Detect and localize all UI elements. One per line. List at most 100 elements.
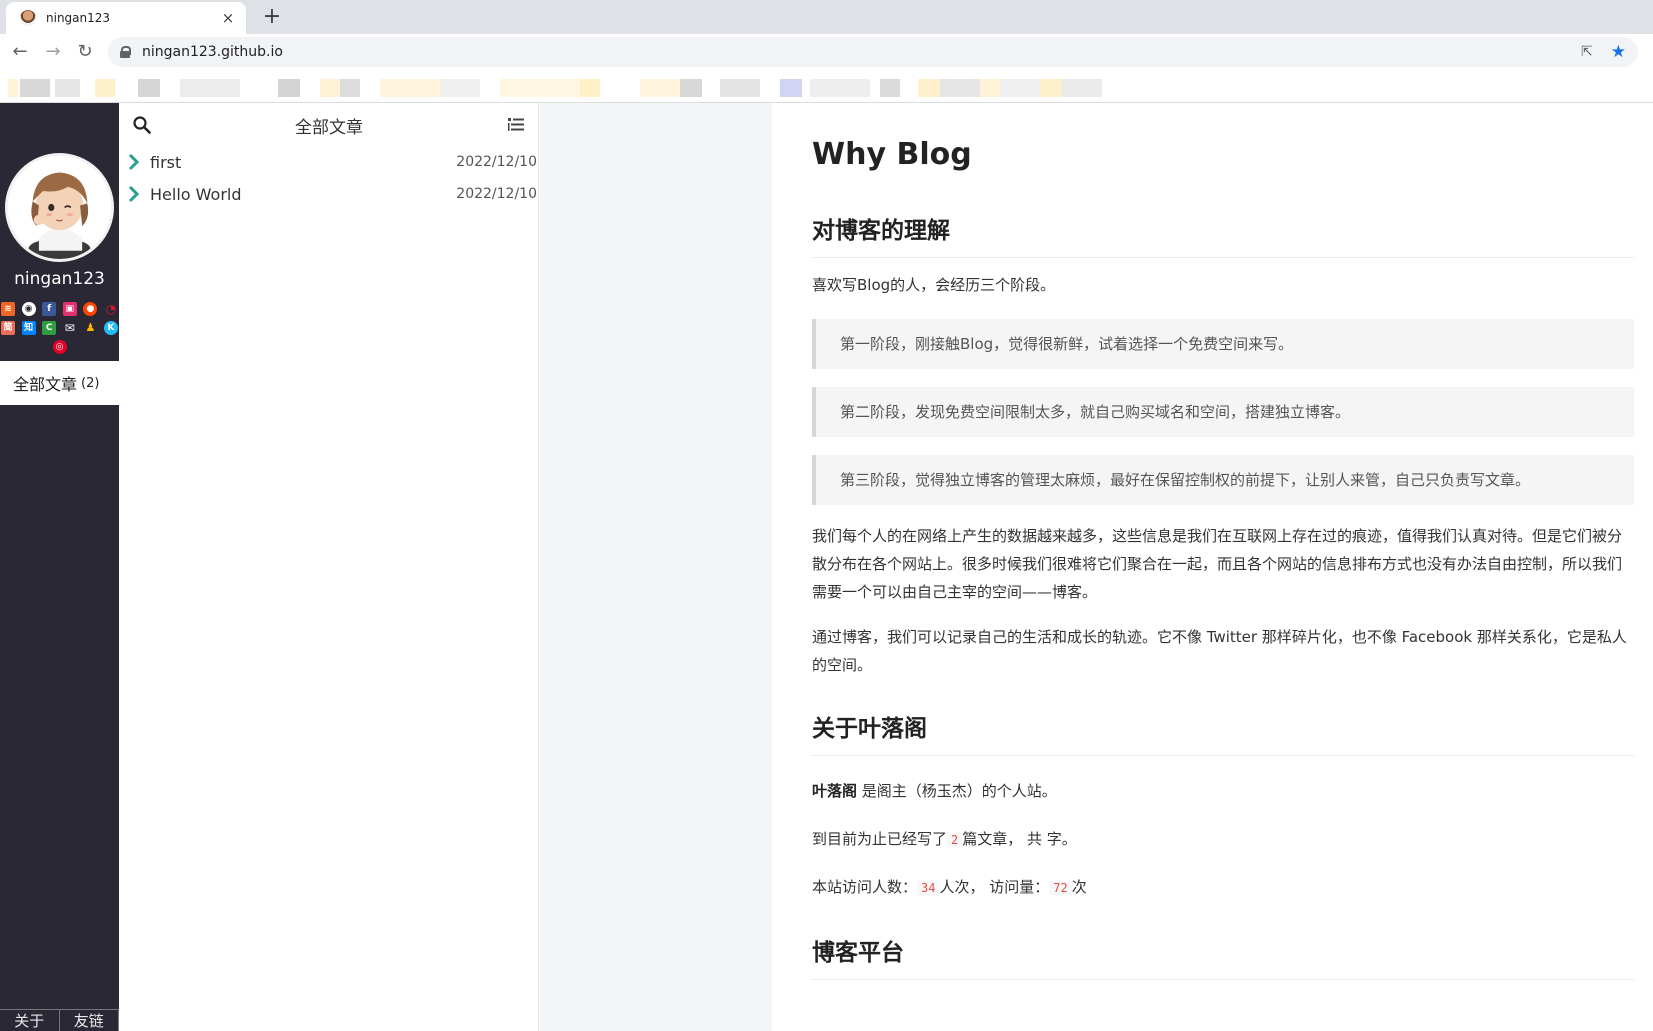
search-icon[interactable] bbox=[132, 115, 152, 135]
share-icon[interactable]: ⇱ bbox=[1581, 44, 1593, 60]
sidebar-footer: 关于 友链 bbox=[0, 1009, 119, 1031]
browser-toolbar: ← → ↻ ningan123.github.io ⇱ ★ bbox=[0, 34, 1653, 70]
bookmarks-bar-blurred bbox=[0, 70, 1653, 103]
instagram-icon[interactable]: ▣ bbox=[62, 302, 77, 316]
avatar-illustration-icon bbox=[8, 156, 111, 259]
blockquote-stage-1: 第一阶段，刚接触Blog，觉得很新鲜，试着选择一个免费空间来写。 bbox=[812, 319, 1634, 369]
lock-icon[interactable] bbox=[120, 46, 131, 58]
blockquote-stage-2: 第二阶段，发现免费空间限制太多，就自己购买域名和空间，搭建独立博客。 bbox=[812, 387, 1634, 437]
mail-icon[interactable]: ✉ bbox=[62, 321, 77, 335]
weibo-icon[interactable]: ◔ bbox=[103, 302, 118, 316]
github-icon[interactable]: ◉ bbox=[21, 302, 36, 316]
visitor-count-value: 34 bbox=[917, 881, 940, 895]
new-tab-button[interactable]: + bbox=[258, 4, 286, 32]
content-gutter bbox=[540, 103, 772, 1031]
view-count-value: 72 bbox=[1049, 881, 1072, 895]
rss-icon[interactable]: ≋ bbox=[1, 302, 15, 316]
post-list-title: 全部文章 bbox=[295, 118, 363, 138]
paragraph-post-stats: 到目前为止已经写了 2 篇文章， 共 字。 bbox=[812, 825, 1634, 854]
bookmark-blur bbox=[680, 79, 702, 97]
netease-music-icon[interactable]: ◎ bbox=[52, 340, 67, 354]
zhihu-icon[interactable]: 知 bbox=[21, 321, 36, 335]
browser-tabstrip: ningan123 × + bbox=[0, 0, 1653, 34]
csdn-icon[interactable]: C bbox=[42, 321, 57, 335]
list-toggle-icon[interactable] bbox=[507, 116, 525, 134]
profile-card: ningan123 ≋ ◉ f ▣ ● ◔ 简 知 C ✉ ♟ K ◎ bbox=[0, 103, 119, 361]
reddit-icon[interactable]: ● bbox=[83, 302, 98, 316]
bookmark-blur bbox=[1062, 79, 1102, 97]
section-heading-platforms: 博客平台 bbox=[812, 933, 1634, 980]
browser-tab-active[interactable]: ningan123 × bbox=[6, 2, 246, 34]
sidebar-item-all-posts[interactable]: 全部文章 (2) bbox=[0, 361, 119, 405]
post-title[interactable]: Hello World bbox=[150, 185, 456, 204]
bookmark-blur bbox=[880, 79, 900, 97]
bookmark-blur bbox=[8, 79, 18, 97]
bookmark-blur bbox=[55, 79, 80, 97]
social-links-row-1: ≋ ◉ f ▣ ● ◔ bbox=[0, 302, 119, 316]
bookmark-blur bbox=[580, 79, 600, 97]
facebook-icon[interactable]: f bbox=[42, 302, 57, 316]
blockquote-stage-3: 第三阶段，觉得独立博客的管理太麻烦，最好在保留控制权的前提下，让别人来管，自己只… bbox=[812, 455, 1634, 505]
owner-text: 是阁主（杨玉杰）的个人站。 bbox=[857, 782, 1057, 800]
bookmark-blur bbox=[940, 79, 980, 97]
social-links-row-2: 简 知 C ✉ ♟ K bbox=[0, 321, 119, 335]
bookmark-blur bbox=[95, 79, 115, 97]
about-link[interactable]: 关于 bbox=[0, 1009, 60, 1031]
address-bar[interactable]: ningan123.github.io ⇱ ★ bbox=[108, 37, 1638, 67]
site-favicon-icon bbox=[20, 10, 36, 26]
bookmark-blur bbox=[500, 79, 580, 97]
bookmark-blur bbox=[980, 79, 1000, 97]
count-mid: 篇文章， 共 bbox=[962, 830, 1047, 848]
left-sidebar: ningan123 ≋ ◉ f ▣ ● ◔ 简 知 C ✉ ♟ K ◎ 全部文章… bbox=[0, 103, 119, 1031]
paragraph-visit-stats: 本站访问人数： 34 人次， 访问量： 72 次 bbox=[812, 873, 1634, 902]
bookmark-blur bbox=[720, 79, 760, 97]
intro-paragraph: 喜欢写Blog的人，会经历三个阶段。 bbox=[812, 276, 1056, 294]
post-count-value: 2 bbox=[947, 833, 963, 847]
paragraph-blog-purpose: 通过博客，我们可以记录自己的生活和成长的轨迹。它不像 Twitter 那样碎片化… bbox=[812, 628, 1627, 674]
url-text[interactable]: ningan123.github.io bbox=[142, 44, 1581, 60]
qq-icon[interactable]: ♟ bbox=[83, 321, 98, 335]
article-title: Why Blog bbox=[812, 137, 972, 172]
bookmark-blur bbox=[810, 79, 870, 97]
site-name-bold: 叶落阁 bbox=[812, 782, 858, 800]
count-prefix: 到目前为止已经写了 bbox=[812, 830, 948, 848]
section-heading-understanding: 对博客的理解 bbox=[812, 211, 1634, 258]
section-heading-about: 关于叶落阁 bbox=[812, 709, 1634, 756]
profile-username[interactable]: ningan123 bbox=[0, 269, 119, 289]
bookmark-blur bbox=[640, 79, 680, 97]
bookmark-star-icon[interactable]: ★ bbox=[1611, 42, 1626, 62]
bookmark-blur bbox=[278, 79, 300, 97]
article-view: Why Blog 对博客的理解 喜欢写Blog的人，会经历三个阶段。 第一阶段，… bbox=[772, 103, 1653, 1031]
kaggle-icon[interactable]: K bbox=[103, 321, 118, 335]
post-count-badge: (2) bbox=[81, 375, 100, 391]
friend-links-link[interactable]: 友链 bbox=[59, 1009, 119, 1031]
tab-title: ningan123 bbox=[46, 11, 111, 25]
visit-mid: 人次， 访问量： bbox=[939, 878, 1050, 896]
post-date: 2022/12/10 bbox=[456, 186, 537, 202]
paragraph-owner: 叶落阁 是阁主（杨玉杰）的个人站。 bbox=[812, 777, 1634, 805]
count-suffix: 字。 bbox=[1046, 830, 1077, 848]
post-list-item-hello-world[interactable]: Hello World 2022/12/10 bbox=[127, 180, 537, 208]
post-list-panel: 全部文章 first 2022/12/10 Hello World 2022/1… bbox=[119, 103, 539, 1031]
jianshu-icon[interactable]: 简 bbox=[1, 321, 15, 335]
bookmark-blur bbox=[138, 79, 160, 97]
back-button[interactable]: ← bbox=[6, 38, 34, 66]
blog-page: ningan123 ≋ ◉ f ▣ ● ◔ 简 知 C ✉ ♟ K ◎ 全部文章… bbox=[0, 103, 1653, 1031]
chevron-right-icon bbox=[128, 153, 140, 171]
bookmark-blur bbox=[340, 79, 360, 97]
visit-prefix: 本站访问人数： bbox=[812, 878, 918, 896]
paragraph-data-traces: 我们每个人的在网络上产生的数据越来越多，这些信息是我们在互联网上存在过的痕迹，值… bbox=[812, 527, 1623, 601]
post-title[interactable]: first bbox=[150, 153, 456, 172]
bookmark-blur bbox=[320, 79, 340, 97]
chevron-right-icon bbox=[128, 185, 140, 203]
visit-suffix: 次 bbox=[1071, 878, 1087, 896]
bookmark-blur bbox=[180, 79, 240, 97]
bookmark-blur bbox=[380, 79, 440, 97]
reload-button[interactable]: ↻ bbox=[71, 38, 99, 66]
avatar[interactable] bbox=[5, 153, 114, 262]
tab-close-icon[interactable]: × bbox=[220, 9, 236, 27]
bookmark-blur bbox=[918, 79, 940, 97]
forward-button[interactable]: → bbox=[39, 38, 67, 66]
post-list-header: 全部文章 bbox=[119, 103, 539, 147]
post-list-item-first[interactable]: first 2022/12/10 bbox=[127, 148, 537, 176]
